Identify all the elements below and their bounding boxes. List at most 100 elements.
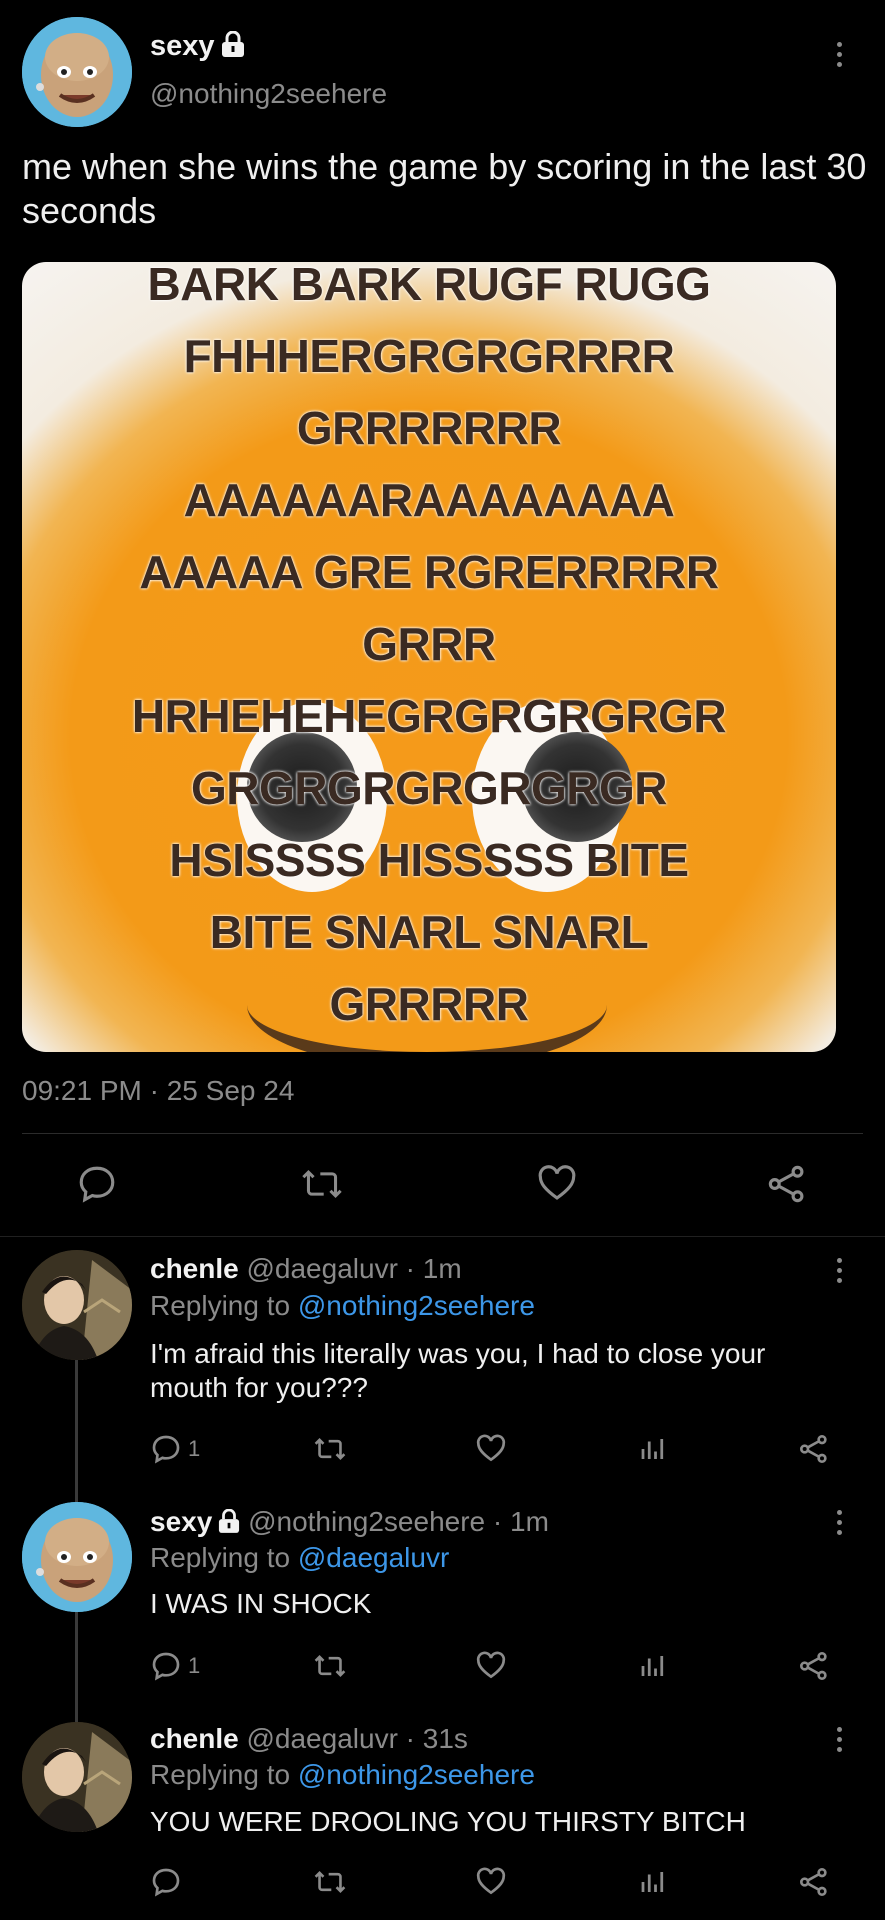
share-button[interactable] [798,1866,830,1898]
meme-line: BARK BARK RUGF RUGG [147,262,711,310]
meme-caption: BARK BARK RUGF RUGG FHHHERGRGRGRRRR GRRR… [22,262,836,1040]
lock-icon [221,30,245,65]
reply-count: 1 [188,1436,201,1461]
retweet-button[interactable] [313,1650,347,1682]
reply-author-name[interactable]: chenle [150,1723,239,1754]
replying-to-link[interactable]: @daegaluvr [298,1542,449,1573]
meme-line: GRRRRR [329,978,529,1030]
replying-to-link[interactable]: @nothing2seehere [298,1290,535,1321]
reply-header: chenle @daegaluvr · 1m [150,1253,462,1285]
replying-to-row: Replying to @daegaluvr [150,1542,449,1574]
retweet-icon [314,1654,346,1678]
replying-to-label: Replying to [150,1290,291,1321]
more-vertical-icon[interactable] [835,1258,843,1283]
meme-line: HSISSSS HISSSSS BITE [169,834,689,886]
retweet-button[interactable] [313,1866,347,1898]
reply-avatar[interactable] [22,1722,132,1832]
share-button[interactable] [798,1433,830,1465]
share-icon [800,1652,827,1680]
meme-line: GRRR [362,618,496,670]
author-name[interactable]: sexy [150,30,215,62]
share-icon [800,1868,827,1896]
reply-author-handle[interactable]: @daegaluvr [246,1723,397,1754]
reply-text: I WAS IN SHOCK [150,1588,372,1619]
reply-time: · 1m [405,1253,462,1284]
analytics-icon [641,1656,664,1676]
more-vertical-icon[interactable] [835,1510,843,1535]
reply-icon [152,1868,180,1897]
meme-line: GRRRRRRR [296,402,562,454]
divider [0,1236,885,1237]
reply-time: · 31s [405,1723,468,1754]
author-avatar[interactable] [22,17,132,127]
share-icon [800,1435,827,1463]
thread-line [75,1360,78,1502]
meme-line: AAAAA GRE RGRERRRRR [139,546,719,598]
share-button[interactable] [798,1650,830,1682]
replying-to-link[interactable]: @nothing2seehere [298,1759,535,1790]
tweet-timestamp: 09:21 PM · 25 Sep 24 [22,1075,295,1106]
heart-icon [538,1165,576,1200]
author-name-row[interactable]: sexy [150,30,245,65]
thread-line [75,1612,78,1722]
retweet-button[interactable] [313,1433,347,1465]
reply-avatar[interactable] [22,1250,132,1360]
heart-icon [476,1434,506,1462]
more-vertical-icon[interactable] [835,1727,843,1752]
retweet-icon [314,1870,346,1894]
meme-line: GRGRGRGRGRGRGR [191,762,668,814]
reply-text: YOU WERE DROOLING YOU THIRSTY BITCH [150,1806,746,1837]
like-button[interactable] [475,1650,507,1682]
reply-author-name[interactable]: chenle [150,1253,239,1284]
bald-avatar-icon [22,17,132,127]
divider [22,1133,863,1134]
meme-line: HRHEHEHEGRGRGRGRGR [131,690,727,742]
share-icon [768,1165,804,1203]
reply-icon [152,1652,180,1681]
meme-line: FHHHERGRGRGRRRR [183,330,675,382]
heart-icon [476,1651,506,1679]
analytics-button[interactable] [638,1650,668,1682]
reply-button[interactable] [150,1866,182,1898]
reply-icon [79,1166,115,1203]
share-button[interactable] [766,1163,808,1205]
replying-to-label: Replying to [150,1759,291,1790]
reply-avatar[interactable] [22,1502,132,1612]
replying-to-label: Replying to [150,1542,291,1573]
retweet-icon [314,1437,346,1461]
more-vertical-icon[interactable] [835,42,843,67]
reply-count: 1 [188,1653,201,1678]
retweet-button[interactable] [300,1163,344,1205]
replying-to-row: Replying to @nothing2seehere [150,1759,535,1791]
bald-avatar-icon [22,1502,132,1612]
heart-icon [476,1867,506,1895]
reply-header: chenle @daegaluvr · 31s [150,1723,468,1755]
reply-button[interactable]: 1 [150,1433,200,1465]
analytics-button[interactable] [638,1866,668,1898]
reply-button[interactable] [76,1163,118,1205]
like-button[interactable] [536,1163,578,1205]
analytics-icon [641,1872,664,1892]
person-photo-icon [22,1250,132,1360]
like-button[interactable] [475,1433,507,1465]
reply-time: · 1m [492,1506,549,1537]
tweet-image[interactable]: BARK BARK RUGF RUGG FHHHERGRGRGRRRR GRRR… [22,262,836,1052]
analytics-button[interactable] [638,1433,668,1465]
reply-author-handle[interactable]: @daegaluvr [246,1253,397,1284]
lock-icon [218,1508,240,1540]
reply-button[interactable]: 1 [150,1650,200,1682]
author-handle[interactable]: @nothing2seehere [150,78,387,110]
analytics-icon [641,1439,664,1459]
like-button[interactable] [475,1866,507,1898]
reply-author-name[interactable]: sexy [150,1506,212,1537]
replying-to-row: Replying to @nothing2seehere [150,1290,535,1322]
retweet-icon [302,1169,342,1199]
reply-header: sexy @nothing2seehere · 1m [150,1506,549,1540]
meme-line: BITE SNARL SNARL [209,906,649,958]
tweet-text: me when she wins the game by scoring in … [22,146,867,231]
person-photo-icon [22,1722,132,1832]
reply-author-handle[interactable]: @nothing2seehere [248,1506,485,1537]
reply-icon [152,1435,180,1464]
reply-text: I'm afraid this literally was you, I had… [150,1338,766,1403]
meme-line: AAAAAARAAAAAAAA [183,474,675,526]
